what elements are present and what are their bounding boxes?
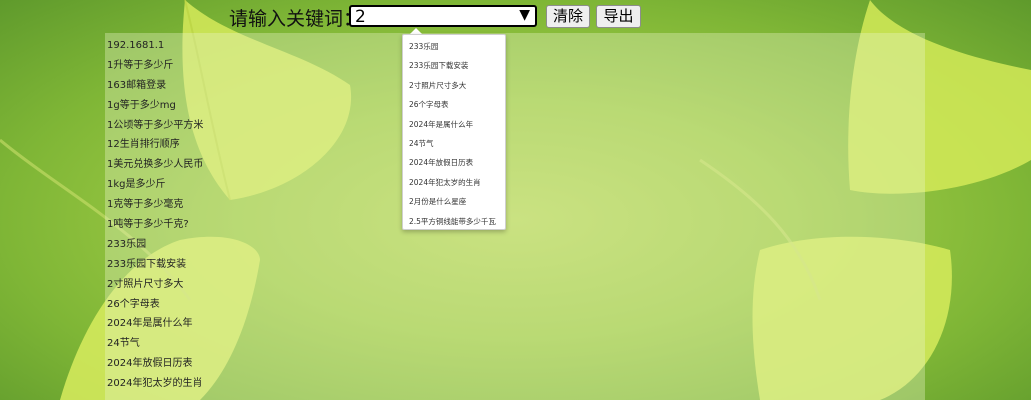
list-item[interactable]: 1公顷等于多少平方米 <box>107 119 203 139</box>
suggestion-dropdown: 233乐园 233乐园下载安装 2寸照片尺寸多大 26个字母表 2024年是属什… <box>402 34 506 230</box>
clear-button[interactable]: 清除 <box>546 5 590 28</box>
suggestion-item[interactable]: 2024年放假日历表 <box>403 155 505 174</box>
list-item[interactable]: 233乐园 <box>107 238 203 258</box>
export-button[interactable]: 导出 <box>596 5 641 28</box>
list-item[interactable]: 24节气 <box>107 337 203 357</box>
list-item[interactable]: 26个字母表 <box>107 298 203 318</box>
results-panel <box>105 33 925 400</box>
suggestion-item[interactable]: 2月份是什么星座 <box>403 194 505 213</box>
list-item[interactable]: 233乐园下载安装 <box>107 258 203 278</box>
suggestion-item[interactable]: 2寸照片尺寸多大 <box>403 78 505 97</box>
list-item[interactable]: 2024年犯太岁的生肖 <box>107 377 203 397</box>
list-item[interactable]: 2024年放假日历表 <box>107 357 203 377</box>
list-item[interactable]: 2寸照片尺寸多大 <box>107 278 203 298</box>
list-item[interactable]: 192.1681.1 <box>107 39 203 59</box>
list-item[interactable]: 1克等于多少毫克 <box>107 198 203 218</box>
list-item[interactable]: 163邮箱登录 <box>107 79 203 99</box>
chevron-down-icon[interactable]: ▼ <box>519 7 530 23</box>
list-item[interactable]: 1kg是多少斤 <box>107 178 203 198</box>
list-item[interactable]: 1吨等于多少千克? <box>107 218 203 238</box>
list-item[interactable]: 1g等于多少mg <box>107 99 203 119</box>
list-item[interactable]: 1升等于多少斤 <box>107 59 203 79</box>
list-item[interactable]: 1美元兑换多少人民币 <box>107 158 203 178</box>
list-item[interactable]: 12生肖排行顺序 <box>107 138 203 158</box>
list-item[interactable]: 2024年是属什么年 <box>107 317 203 337</box>
suggestion-item[interactable]: 2024年是属什么年 <box>403 117 505 136</box>
suggestion-item[interactable]: 26个字母表 <box>403 97 505 116</box>
suggestion-item[interactable]: 24节气 <box>403 136 505 155</box>
suggestion-item[interactable]: 2024年犯太岁的生肖 <box>403 175 505 194</box>
search-bar: 请输入关键词： 2 ▼ 清除 导出 <box>0 0 1031 34</box>
suggestion-item[interactable]: 233乐园下载安装 <box>403 58 505 77</box>
search-history-list: 192.1681.1 1升等于多少斤 163邮箱登录 1g等于多少mg 1公顷等… <box>107 39 203 397</box>
keyword-combobox[interactable]: 2 ▼ <box>349 5 537 27</box>
suggestion-item[interactable]: 2.5平方铜线能带多少千瓦 <box>403 214 505 233</box>
suggestion-item[interactable]: 233乐园 <box>403 39 505 58</box>
keyword-input-value[interactable]: 2 <box>355 7 366 27</box>
keyword-label: 请输入关键词： <box>229 8 363 30</box>
